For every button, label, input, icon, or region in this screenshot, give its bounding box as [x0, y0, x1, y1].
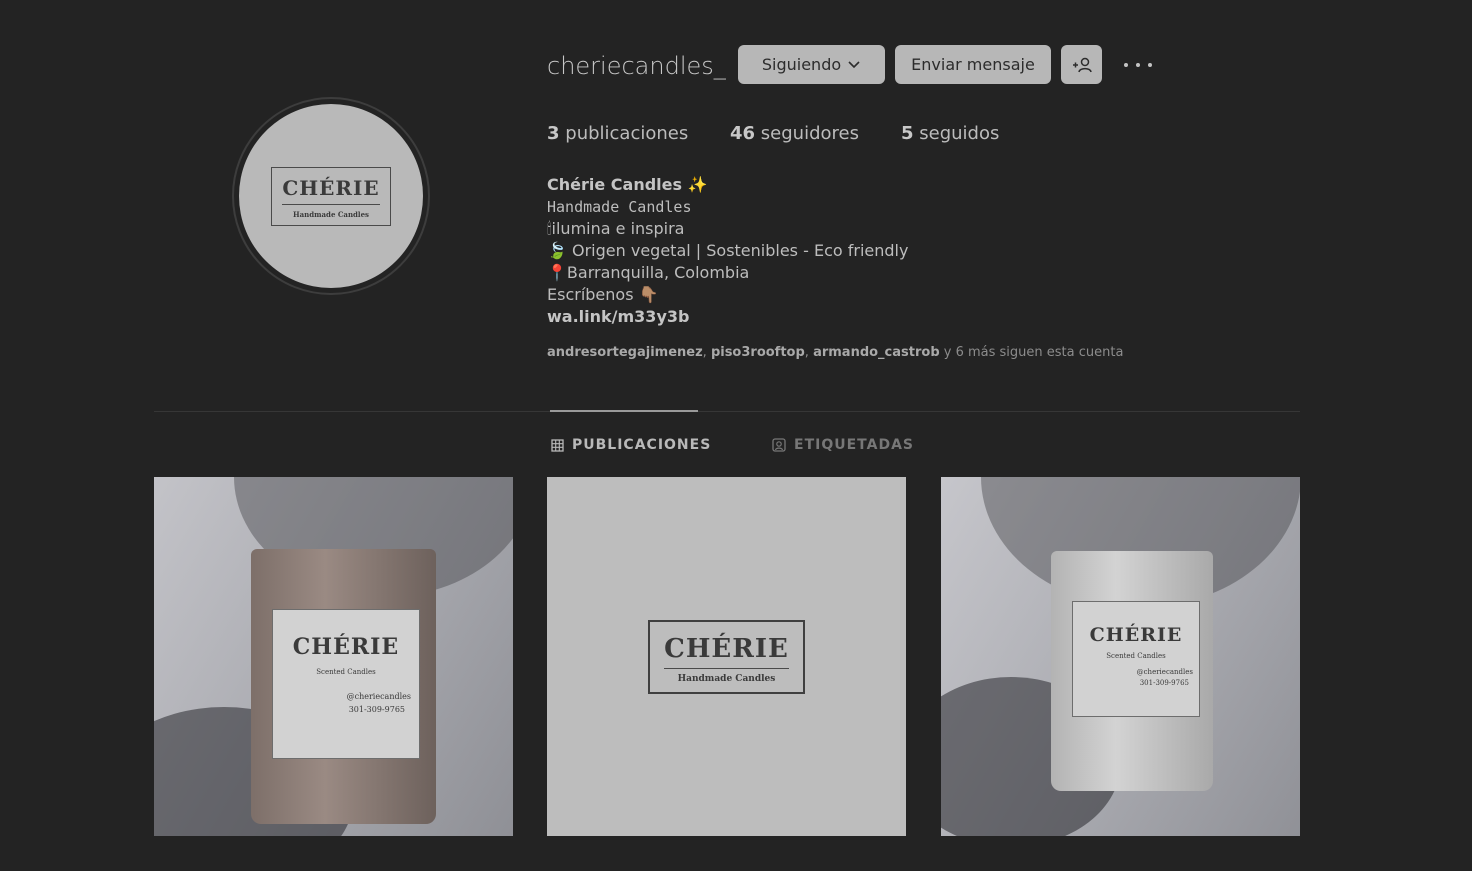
tab-posts[interactable]: PUBLICACIONES	[551, 437, 711, 453]
logo-divider	[282, 203, 380, 205]
posts-count: 3	[547, 123, 560, 144]
following-stat-label: seguidos	[919, 123, 1000, 144]
post-thumbnail[interactable]: CHÉRIE Handmade Candles	[547, 477, 906, 836]
followed-by-user: andresortegajimenez	[547, 345, 703, 360]
post-thumbnail[interactable]: CHÉRIE Scented Candles @cheriecandles 30…	[154, 477, 513, 836]
bio-line: 🕯ilumina e inspira	[547, 219, 685, 238]
post-logo: CHÉRIE Handmade Candles	[648, 619, 805, 694]
avatar-logo-subtitle: Handmade Candles	[292, 209, 369, 219]
post-phone: 301-309-9765	[1139, 679, 1189, 687]
candle-label: CHÉRIE Scented Candles @cheriecandles 30…	[272, 609, 420, 759]
post-handle: @cheriecandles	[1136, 668, 1193, 676]
followers-stat[interactable]: 46 seguidores	[730, 123, 859, 144]
profile-avatar[interactable]: CHÉRIE Handmade Candles	[232, 97, 430, 295]
separator: ,	[702, 345, 711, 360]
posts-label: publicaciones	[565, 123, 689, 144]
post-handle: @cheriecandles	[346, 692, 411, 701]
avatar-image: CHÉRIE Handmade Candles	[239, 104, 423, 288]
post-phone: 301-309-9765	[348, 705, 405, 714]
bio-line: 🍃 Origen vegetal | Sostenibles - Eco fri…	[547, 241, 909, 260]
send-message-button[interactable]: Enviar mensaje	[895, 45, 1051, 84]
post-logo-title: CHÉRIE	[292, 634, 400, 660]
profile-bio: Chérie Candles ✨ Handmade Candles 🕯ilumi…	[547, 174, 908, 328]
posts-count-stat: 3 publicaciones	[547, 123, 688, 144]
logo-divider	[664, 667, 789, 669]
tab-tagged[interactable]: ETIQUETADAS	[772, 437, 914, 453]
post-logo-title: CHÉRIE	[1089, 624, 1183, 646]
bio-line: 📍Barranquilla, Colombia	[547, 263, 750, 282]
following-stat[interactable]: 5 seguidos	[901, 123, 999, 144]
send-message-label: Enviar mensaje	[911, 55, 1035, 74]
following-count: 5	[901, 123, 914, 144]
separator: ,	[804, 345, 814, 360]
bio-link[interactable]: wa.link/m33y3b	[547, 306, 908, 328]
avatar-logo: CHÉRIE Handmade Candles	[271, 166, 391, 226]
followers-count: 46	[730, 123, 756, 144]
post-thumbnail[interactable]: CHÉRIE Scented Candles @cheriecandles 30…	[941, 477, 1300, 836]
tagged-user-icon	[772, 438, 786, 452]
post-logo-title: CHÉRIE	[664, 633, 789, 664]
bio-line: Escríbenos 👇🏽	[547, 285, 659, 304]
post-logo-subtitle: Scented Candles	[1106, 652, 1166, 660]
dot	[1124, 63, 1128, 67]
more-options-icon[interactable]	[1124, 55, 1152, 75]
suggest-user-button[interactable]	[1061, 45, 1102, 84]
dot	[1136, 63, 1140, 67]
active-tab-indicator	[550, 410, 698, 412]
tabs-divider	[154, 411, 1300, 412]
add-user-icon	[1072, 57, 1092, 72]
post-logo-subtitle: Handmade Candles	[677, 673, 776, 684]
following-label: Siguiendo	[761, 55, 842, 74]
dot	[1148, 63, 1152, 67]
grid-icon	[551, 438, 564, 452]
followed-by-user: piso3rooftop	[710, 345, 805, 360]
following-button[interactable]: Siguiendo	[738, 45, 885, 84]
followed-by-rest: y 6 más siguen esta cuenta	[939, 345, 1124, 360]
followed-by-user: armando_castrob	[813, 345, 940, 360]
profile-username: cheriecandles_	[547, 52, 726, 80]
candle-label: CHÉRIE Scented Candles @cheriecandles 30…	[1072, 601, 1200, 717]
tab-posts-label: PUBLICACIONES	[572, 437, 712, 453]
avatar-logo-title: CHÉRIE	[282, 175, 380, 200]
tab-tagged-label: ETIQUETADAS	[794, 437, 914, 453]
profile-display-name: Chérie Candles ✨	[547, 175, 708, 194]
followers-label: seguidores	[760, 123, 859, 144]
chevron-down-icon	[848, 60, 860, 68]
bio-line: Handmade Candles	[547, 198, 692, 216]
post-logo-subtitle: Scented Candles	[316, 668, 376, 676]
followed-by[interactable]: andresortegajimenez, piso3rooftop, arman…	[547, 345, 1123, 360]
